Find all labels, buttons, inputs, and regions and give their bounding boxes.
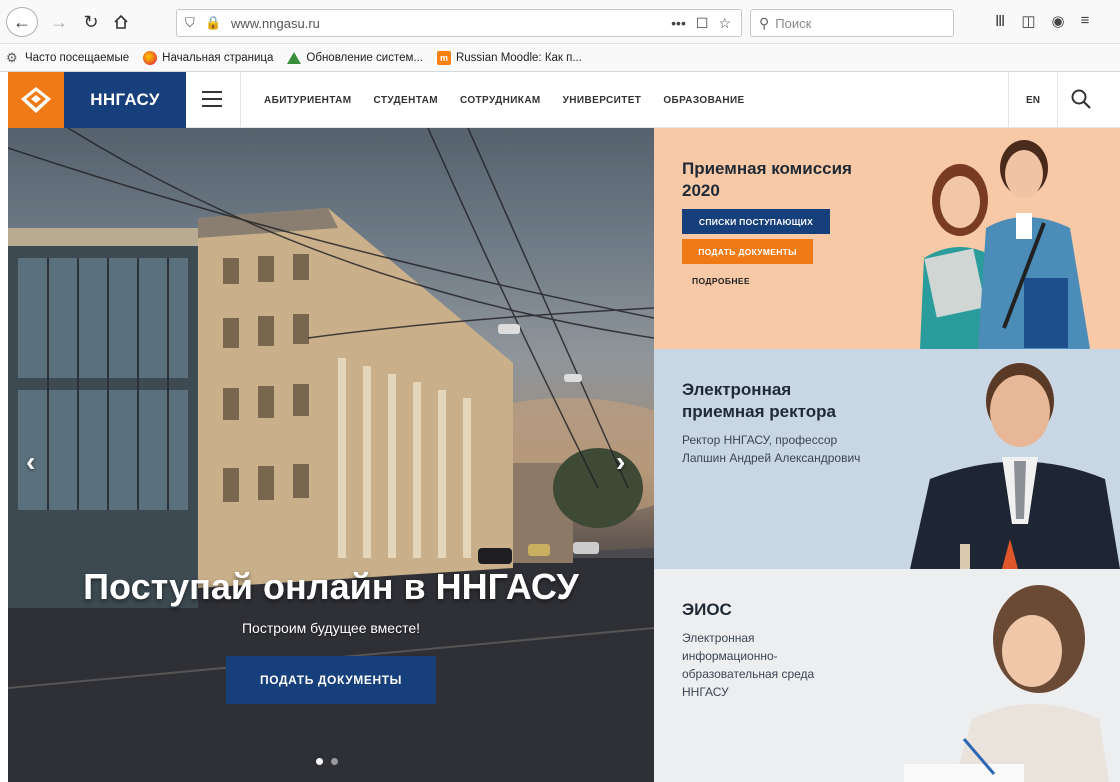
hero-title: Поступай онлайн в ННГАСУ	[83, 566, 579, 607]
eios-panel[interactable]: ЭИОС Электронная информационно-образоват…	[654, 569, 1120, 782]
eios-title: ЭИОС	[682, 600, 732, 619]
bookmark-star-icon[interactable]: ☆	[718, 15, 731, 32]
admission-panel[interactable]: Приемная комиссия 2020 СПИСКИ ПОСТУПАЮЩИ…	[654, 128, 1120, 349]
slider-next-button[interactable]: ›	[616, 446, 625, 478]
slider-dot-1[interactable]	[316, 758, 323, 765]
search-input[interactable]: ⚲ Поиск	[750, 9, 954, 37]
rector-panel[interactable]: Электронная приемная ректора Ректор ННГА…	[654, 349, 1120, 569]
university-logo[interactable]	[8, 72, 64, 128]
site-search-button[interactable]	[1070, 88, 1096, 114]
bookmark-moodle[interactable]: m Russian Moodle: Как п...	[436, 50, 582, 65]
bookmark-frequent[interactable]: ⚙ Часто посещаемые	[6, 50, 129, 66]
nav-item-university[interactable]: УНИВЕРСИТЕТ	[563, 95, 642, 106]
student-woman-photo	[904, 585, 1109, 782]
bookmarks-bar: ⚙ Часто посещаемые Начальная страница Об…	[0, 44, 1120, 72]
eios-text: Электронная информационно-образовательна…	[682, 631, 815, 699]
admission-more-link[interactable]: ПОДРОБНЕЕ	[692, 276, 750, 286]
insecure-lock-icon[interactable]: 🔒	[205, 15, 223, 31]
triangle-icon	[287, 51, 302, 64]
page-actions-icon[interactable]: •••	[671, 15, 686, 32]
submit-documents-button[interactable]: ПОДАТЬ ДОКУМЕНТЫ	[226, 656, 436, 704]
site-header: ННГАСУ АБИТУРИЕНТАМ СТУДЕНТАМ СОТРУДНИКА…	[8, 72, 1120, 128]
url-bar[interactable]: ⛉ 🔒 www.nngasu.ru ••• ☐ ☆	[176, 9, 742, 37]
nav-item-applicants[interactable]: АБИТУРИЕНТАМ	[264, 95, 352, 106]
moodle-icon: m	[436, 50, 451, 65]
slider-prev-button[interactable]: ‹	[26, 446, 35, 478]
slider-dots	[316, 758, 338, 765]
rector-title: Электронная приемная ректора	[682, 380, 836, 421]
search-icon: ⚲	[759, 14, 770, 31]
library-icon[interactable]: Ⅲ	[995, 12, 1005, 30]
slider-dot-2[interactable]	[331, 758, 338, 765]
browser-toolbar: ← → ↻ ⛉ 🔒 www.nngasu.ru ••• ☐ ☆ ⚲ Поиск …	[0, 0, 1120, 44]
hamburger-menu-icon[interactable]	[202, 88, 222, 110]
nav-item-staff[interactable]: СОТРУДНИКАМ	[460, 95, 541, 106]
menu-icon[interactable]: ≡	[1081, 12, 1090, 30]
forward-arrow-icon: →	[50, 11, 68, 32]
forward-button[interactable]: →	[46, 8, 72, 36]
back-button[interactable]: ←	[6, 7, 38, 37]
url-text[interactable]: www.nngasu.ru	[231, 16, 671, 31]
search-placeholder: Поиск	[775, 15, 812, 31]
search-icon	[1071, 89, 1091, 109]
reload-icon: ↻	[83, 11, 99, 32]
account-icon[interactable]: ◉	[1052, 12, 1065, 30]
bookmark-system-update[interactable]: Обновление систем...	[287, 51, 423, 64]
gear-icon: ⚙	[6, 49, 18, 65]
students-photo	[920, 140, 1090, 349]
rector-text: Ректор ННГАСУ, профессор Лапшин Андрей А…	[682, 433, 861, 465]
reload-button[interactable]: ↻	[78, 8, 104, 36]
bookmark-label: Обновление систем...	[306, 51, 423, 64]
bookmark-label: Начальная страница	[162, 51, 274, 64]
language-switch[interactable]: EN	[1008, 72, 1058, 128]
bookmark-start-page[interactable]: Начальная страница	[143, 50, 274, 65]
brand-name[interactable]: ННГАСУ	[64, 72, 186, 128]
applicant-lists-button[interactable]: СПИСКИ ПОСТУПАЮЩИХ	[682, 209, 830, 234]
rector-photo	[910, 363, 1120, 569]
sidebar-icon[interactable]: ◫	[1021, 12, 1035, 30]
nav-item-education[interactable]: ОБРАЗОВАНИЕ	[663, 95, 744, 106]
bookmark-label: Часто посещаемые	[25, 51, 130, 64]
admission-submit-button[interactable]: ПОДАТЬ ДОКУМЕНТЫ	[682, 239, 813, 264]
hero-subtitle: Построим будущее вместе!	[241, 620, 421, 636]
home-icon	[114, 14, 128, 29]
firefox-icon	[143, 50, 158, 65]
header-divider	[240, 72, 241, 128]
back-arrow-icon: ←	[13, 11, 31, 32]
bookmark-label: Russian Moodle: Как п...	[455, 51, 582, 64]
pocket-icon[interactable]: ☐	[696, 15, 709, 32]
admission-title: Приемная комиссия 2020	[682, 159, 852, 200]
hero-slider: ‹ › Поступай онлайн в ННГАСУ Построим бу…	[8, 128, 654, 782]
home-button[interactable]	[108, 8, 134, 36]
main-nav: АБИТУРИЕНТАМ СТУДЕНТАМ СОТРУДНИКАМ УНИВЕ…	[264, 72, 745, 128]
tracking-shield-icon[interactable]: ⛉	[185, 15, 205, 31]
nav-item-students[interactable]: СТУДЕНТАМ	[374, 95, 438, 106]
logo-emblem-icon	[21, 87, 51, 113]
